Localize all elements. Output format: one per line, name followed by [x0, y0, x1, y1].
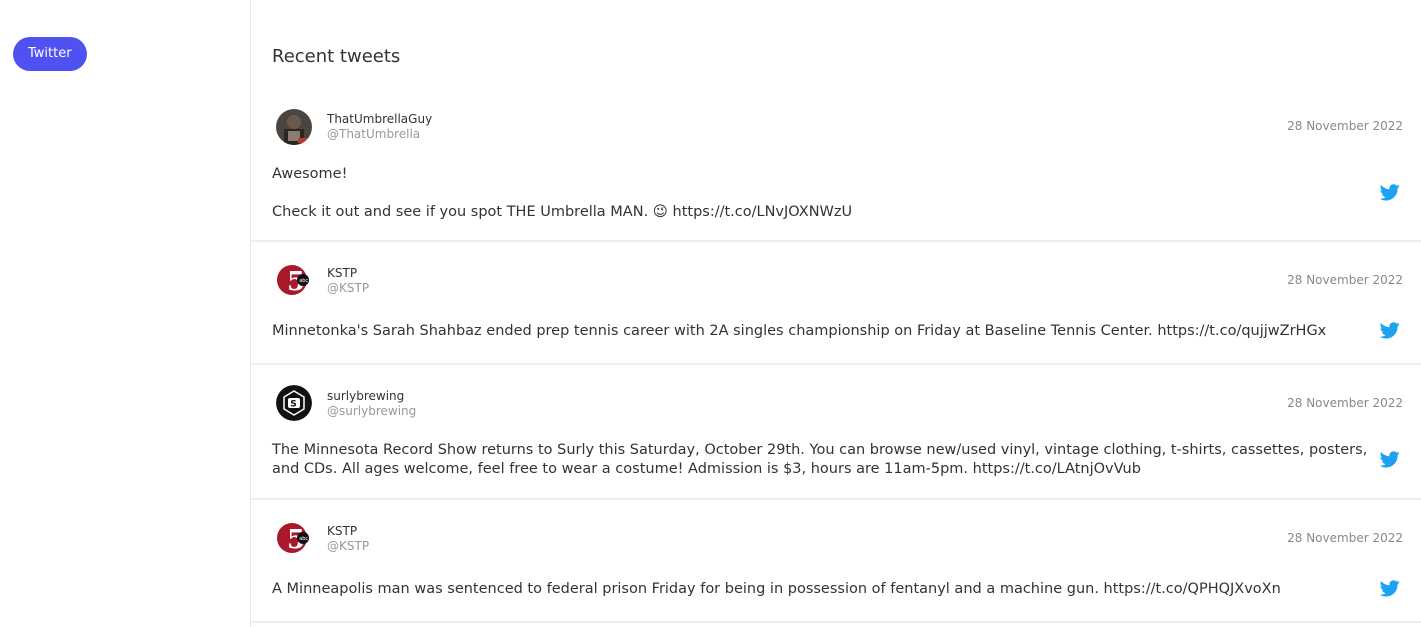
tweet-author-handle[interactable]: @surlybrewing — [327, 404, 416, 418]
kstp-logo: 5 abc — [276, 262, 312, 298]
tweet-date: 28 November 2022 — [1287, 119, 1403, 133]
twitter-bird-icon[interactable] — [1380, 322, 1400, 339]
twitter-bird-icon[interactable] — [1380, 184, 1400, 201]
tweet-author-name[interactable]: ThatUmbrellaGuy — [327, 112, 432, 126]
tweet-text: Minnetonka's Sarah Shahbaz ended prep te… — [272, 323, 1327, 339]
tweet-date: 28 November 2022 — [1287, 273, 1403, 287]
tweet-date: 28 November 2022 — [1287, 531, 1403, 545]
tweet-author-handle[interactable]: @ThatUmbrella — [327, 127, 420, 141]
avatar[interactable]: 5 abc — [276, 262, 312, 298]
svg-text:abc: abc — [299, 278, 308, 284]
surly-logo: S — [276, 385, 312, 421]
tweet-card[interactable]: ThatUmbrellaGuy @ThatUmbrella 28 Novembe… — [251, 96, 1421, 242]
svg-text:S: S — [290, 400, 296, 410]
tweet-card[interactable]: 5 abc KSTP @KSTP 28 November 2022 A Minn… — [251, 500, 1421, 623]
avatar[interactable] — [276, 109, 312, 145]
avatar[interactable]: 5 abc — [276, 520, 312, 556]
twitter-button[interactable]: Twitter — [13, 37, 87, 71]
tweet-card[interactable]: S surlybrewing @surlybrewing 28 November… — [251, 365, 1421, 500]
tweet-author-handle[interactable]: @KSTP — [327, 539, 369, 553]
tweet-text: Awesome! — [272, 166, 348, 182]
tweet-author-name[interactable]: KSTP — [327, 266, 357, 280]
umbrella-guy-avatar — [276, 109, 312, 145]
twitter-bird-icon[interactable] — [1380, 580, 1400, 597]
tweet-author-name[interactable]: surlybrewing — [327, 389, 404, 403]
page-title: Recent tweets — [272, 46, 401, 67]
tweet-author-name[interactable]: KSTP — [327, 524, 357, 538]
kstp-logo: 5 abc — [276, 520, 312, 556]
twitter-bird-icon[interactable] — [1380, 451, 1400, 468]
tweets-panel: Recent tweets ThatUmbrellaGuy @ThatUmbre… — [251, 0, 1421, 627]
sidebar: Twitter — [0, 0, 251, 627]
tweet-author-handle[interactable]: @KSTP — [327, 281, 369, 295]
tweet-card[interactable]: 5 abc KSTP @KSTP 28 November 2022 Minnet… — [251, 242, 1421, 365]
avatar[interactable]: S — [276, 385, 312, 421]
tweet-text: A Minneapolis man was sentenced to feder… — [272, 581, 1281, 597]
tweet-text: Check it out and see if you spot THE Umb… — [272, 204, 853, 220]
svg-text:abc: abc — [299, 536, 308, 542]
tweet-text: The Minnesota Record Show returns to Sur… — [272, 442, 1368, 477]
tweet-date: 28 November 2022 — [1287, 396, 1403, 410]
